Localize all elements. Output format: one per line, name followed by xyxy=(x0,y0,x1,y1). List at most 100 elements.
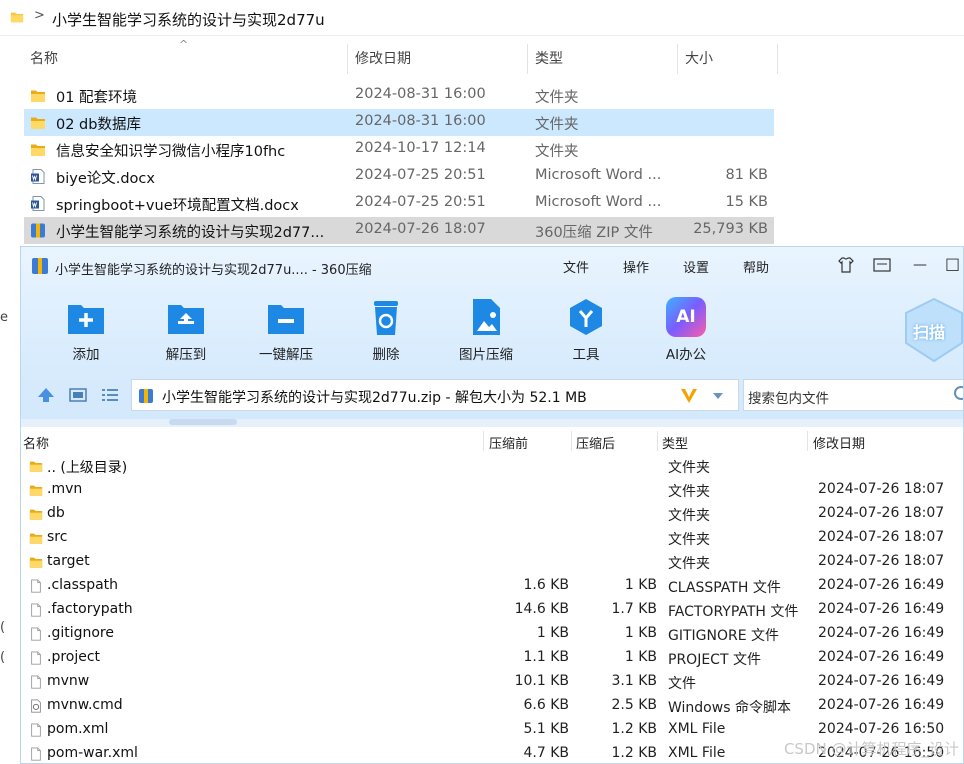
entry-name: mvnw.cmd xyxy=(47,697,123,713)
column-divider[interactable] xyxy=(677,44,678,74)
zip-file-row[interactable]: .factorypath 14.6 KB 1.7 KB FACTORYPATH 文件 2… xyxy=(21,598,963,622)
tool-delete-button[interactable]: 删除 xyxy=(347,297,425,365)
list-view-icon[interactable] xyxy=(101,387,119,403)
explorer-column-name[interactable]: 名称 xyxy=(30,44,58,74)
column-divider[interactable] xyxy=(483,431,484,451)
entry-type: FACTORYPATH 文件 xyxy=(668,604,799,620)
column-divider[interactable] xyxy=(571,431,572,451)
zip-file-row[interactable]: mvnw.cmd 6.6 KB 2.5 KB Windows 命令脚本 2024-07-… xyxy=(21,694,963,718)
zip-file-row[interactable]: mvnw 10.1 KB 3.1 KB 文件 2024-07-26 16:49 xyxy=(21,670,963,694)
zip-file-row[interactable]: .gitignore 1 KB 1 KB GITIGNORE 文件 2024-07-26… xyxy=(21,622,963,646)
zip-file-row[interactable]: .project 1.1 KB 1 KB PROJECT 文件 2024-07-26 1… xyxy=(21,646,963,670)
folder-icon xyxy=(31,144,45,156)
file-icon xyxy=(31,723,41,737)
file-size: 25,793 KB xyxy=(693,221,768,237)
menu-help[interactable]: 帮助 xyxy=(743,257,769,276)
folder-icon xyxy=(31,117,45,129)
folder-icon xyxy=(29,461,43,472)
explorer-address-bar[interactable]: > 小学生智能学习系统的设计与实现2d77u xyxy=(0,0,964,36)
chevron-down-icon[interactable] xyxy=(712,392,724,400)
menu-file[interactable]: 文件 xyxy=(563,257,589,276)
word-icon xyxy=(31,169,45,184)
entry-name: target xyxy=(47,553,90,569)
zip-app-icon xyxy=(32,258,48,274)
zip-column-uncompressed[interactable]: 压缩后 xyxy=(576,433,615,452)
zip-file-row[interactable]: src 文件夹 2024-07-26 18:07 xyxy=(21,526,963,550)
file-type: 文件夹 xyxy=(535,90,579,106)
column-divider[interactable] xyxy=(657,431,658,451)
explorer-file-row[interactable]: 信息安全知识学习微信小程序10fhc 2024-10-17 12:14 文件夹 xyxy=(24,136,774,163)
explorer-file-row[interactable]: biye论文.docx 2024-07-25 20:51 Microsoft Wor… xyxy=(24,163,774,190)
tool-one-click-extract-button[interactable]: 一键解压 xyxy=(247,297,325,365)
archive-path-text: 小学生智能学习系统的设计与实现2d77u.zip - 解包大小为 52.1 MB xyxy=(162,390,587,406)
entry-name: src xyxy=(47,529,68,545)
minimize-button[interactable]: — xyxy=(913,257,927,273)
entry-name: .factorypath xyxy=(47,601,133,617)
entry-type: PROJECT 文件 xyxy=(668,652,761,668)
tool-tools-button[interactable]: 工具 xyxy=(547,297,625,365)
zip-column-compressed[interactable]: 压缩前 xyxy=(489,433,528,452)
entry-type: XML File xyxy=(668,745,726,761)
entry-date: 2024-07-26 16:49 xyxy=(818,625,945,641)
zip-file-row[interactable]: .. (上级目录) 文件夹 xyxy=(21,454,963,478)
zip-file-row[interactable]: .mvn 文件夹 2024-07-26 18:07 xyxy=(21,478,963,502)
entry-name: .project xyxy=(47,649,101,665)
explorer-file-row[interactable]: springboot+vue环境配置文档.docx 2024-07-25 20:5… xyxy=(24,190,774,217)
explorer-file-row[interactable]: 01 配套环境 2024-08-31 16:00 文件夹 xyxy=(24,82,774,109)
image-compress-icon xyxy=(473,299,500,335)
explorer-column-size[interactable]: 大小 xyxy=(685,44,713,74)
thumbnail-view-icon[interactable] xyxy=(69,387,87,403)
skin-icon[interactable] xyxy=(837,257,855,273)
tool-add-button[interactable]: 添加 xyxy=(47,297,125,365)
file-type: 360压缩 ZIP 文件 xyxy=(535,225,653,241)
zip-column-date[interactable]: 修改日期 xyxy=(813,433,865,452)
entry-date: 2024-07-26 18:07 xyxy=(818,505,945,521)
add-icon xyxy=(68,305,104,334)
explorer-file-row[interactable]: 小学生智能学习系统的设计与实现2d77... 2024-07-26 18:07 36… xyxy=(24,217,774,244)
breadcrumb-current-folder[interactable]: 小学生智能学习系统的设计与实现2d77u xyxy=(52,9,325,30)
zip-file-row[interactable]: db 文件夹 2024-07-26 18:07 xyxy=(21,502,963,526)
tool-label: 解压到 xyxy=(165,347,207,363)
tool-image-compress-button[interactable]: 图片压缩 xyxy=(447,297,525,365)
scan-button[interactable]: 扫描 xyxy=(903,295,963,365)
file-icon xyxy=(31,675,41,689)
entry-date: 2024-07-26 16:49 xyxy=(818,577,945,593)
v-badge-icon[interactable] xyxy=(680,387,698,405)
explorer-column-date[interactable]: 修改日期 xyxy=(355,44,411,74)
scrollbar-thumb[interactable] xyxy=(169,419,237,425)
column-divider[interactable] xyxy=(807,431,808,451)
entry-compressed-size: 1.6 KB xyxy=(523,577,570,593)
horizontal-scrollbar[interactable] xyxy=(21,419,963,427)
search-input[interactable]: 搜索包内文件 xyxy=(743,379,963,411)
explorer-column-type[interactable]: 类型 xyxy=(535,44,563,74)
menu-operation[interactable]: 操作 xyxy=(623,257,649,276)
search-icon[interactable] xyxy=(954,386,963,400)
column-divider[interactable] xyxy=(527,44,528,74)
watermark: CSDN @计算机程序_设计 xyxy=(783,740,959,758)
archive-path-bar[interactable]: 小学生智能学习系统的设计与实现2d77u.zip - 解包大小为 52.1 MB xyxy=(131,379,739,411)
entry-type: 文件夹 xyxy=(668,460,710,476)
zip-column-name[interactable]: 名称 xyxy=(23,433,49,452)
tool-extract-to-button[interactable]: 解压到 xyxy=(147,297,225,365)
file-date: 2024-08-31 16:00 xyxy=(355,86,486,102)
up-arrow-icon[interactable] xyxy=(37,387,55,403)
tool-label: 图片压缩 xyxy=(459,347,513,363)
explorer-file-row[interactable]: 02 db数据库 2024-08-31 16:00 文件夹 xyxy=(24,109,774,136)
zip-file-row[interactable]: target 文件夹 2024-07-26 18:07 xyxy=(21,550,963,574)
entry-type: 文件夹 xyxy=(668,508,710,524)
entry-compressed-size: 4.7 KB xyxy=(523,745,570,761)
entry-name: mvnw xyxy=(47,673,90,689)
maximize-button[interactable]: □ xyxy=(945,254,960,273)
tool-ai-office-button[interactable]: AI AI办公 xyxy=(647,297,725,365)
entry-uncompressed-size: 1.2 KB xyxy=(611,745,658,761)
zip-column-type[interactable]: 类型 xyxy=(662,433,688,452)
entry-uncompressed-size: 2.5 KB xyxy=(611,697,658,713)
feedback-icon[interactable] xyxy=(873,258,891,272)
zip-file-row[interactable]: .classpath 1.6 KB 1 KB CLASSPATH 文件 2024-07-… xyxy=(21,574,963,598)
column-divider[interactable] xyxy=(347,44,348,74)
entry-uncompressed-size: 1.2 KB xyxy=(611,721,658,737)
column-divider[interactable] xyxy=(777,44,778,74)
entry-date: 2024-07-26 16:49 xyxy=(818,649,945,665)
sort-ascending-icon: ^ xyxy=(179,38,189,51)
menu-settings[interactable]: 设置 xyxy=(683,257,709,276)
